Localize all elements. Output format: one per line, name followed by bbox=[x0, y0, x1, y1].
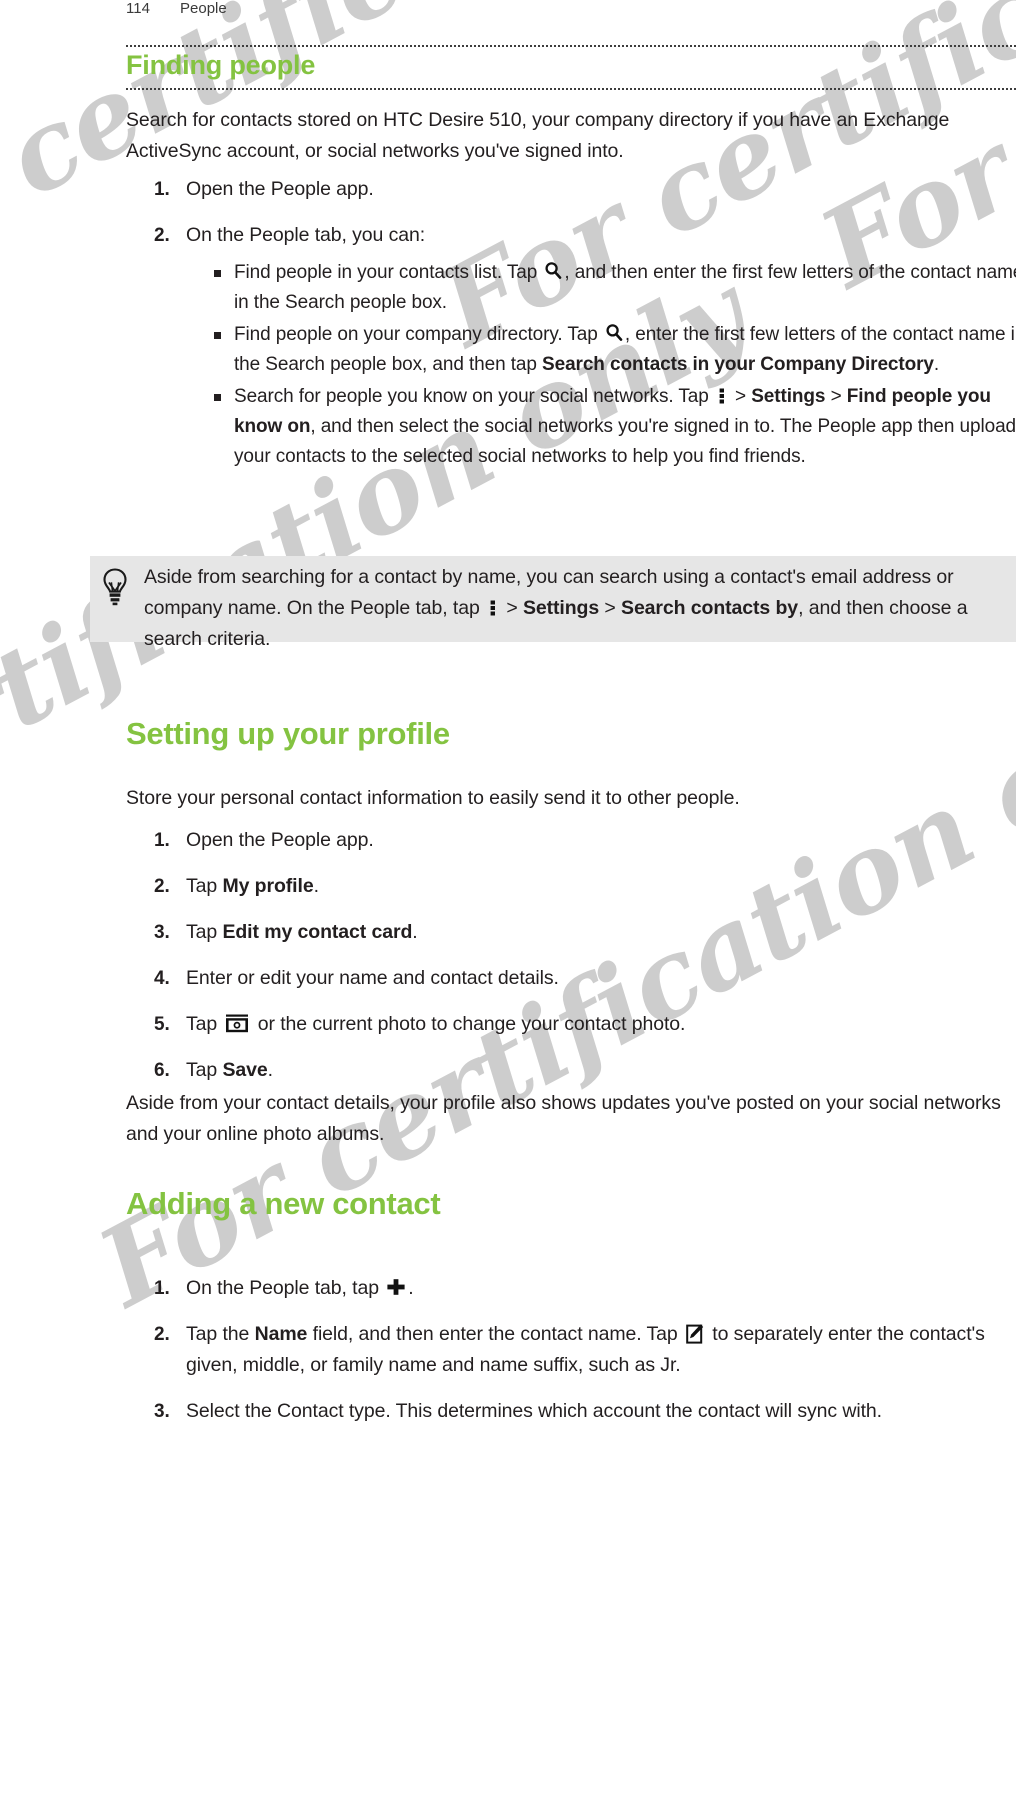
list-item: 1. On the People tab, tap . bbox=[126, 1273, 1016, 1304]
tip-text-mid2: > bbox=[599, 597, 622, 619]
step-text-pre: Tap bbox=[186, 875, 223, 897]
intro-paragraph: Search for contacts stored on HTC Desire… bbox=[126, 109, 950, 162]
plus-icon bbox=[386, 1277, 406, 1297]
pencil-edit-icon bbox=[686, 1323, 704, 1345]
step-number: 2. bbox=[154, 876, 170, 897]
step-text-mid: field, and then enter the contact name. … bbox=[307, 1323, 683, 1345]
list-item: 1. Open the People app. bbox=[126, 825, 1016, 856]
step-text-post: . bbox=[267, 1059, 273, 1081]
bullet-text-post: , and then select the social networks yo… bbox=[234, 416, 1016, 467]
step-text-bold: Save bbox=[222, 1059, 268, 1081]
bullet-text-bold: Search contacts in your Company Director… bbox=[542, 354, 934, 375]
step-number: 3. bbox=[154, 1401, 170, 1422]
step-number: 3. bbox=[154, 922, 170, 943]
finding-steps-list: 1. Open the People app. 2. On the People… bbox=[126, 174, 1016, 266]
profile-steps-list: 1. Open the People app. 2. Tap My profil… bbox=[126, 825, 1016, 1101]
profile-after-paragraph: Aside from your contact details, your pr… bbox=[126, 1092, 1001, 1145]
step-text-post: . bbox=[313, 875, 319, 897]
bullet-text-pre: Find people on your company directory. T… bbox=[234, 324, 603, 345]
step-text-pre: On the People tab, tap bbox=[186, 1277, 385, 1299]
tip-text-bold-search: Search contacts by bbox=[621, 597, 799, 619]
list-item: Search for people you know on your socia… bbox=[126, 382, 1016, 472]
step-text-pre: Tap the bbox=[186, 1323, 255, 1345]
step-text: Open the People app. bbox=[186, 178, 374, 200]
section-heading-profile: Setting up your profile bbox=[126, 716, 450, 751]
chapter-name: People bbox=[180, 0, 227, 17]
step-text-post: or the current photo to change your cont… bbox=[252, 1013, 686, 1035]
bullet-text-bold-settings: Settings bbox=[751, 386, 826, 407]
bullet-text-mid: > bbox=[729, 386, 752, 407]
bullet-text-pre: Find people in your contacts list. Tap bbox=[234, 262, 543, 283]
list-item: Find people in your contacts list. Tap ,… bbox=[126, 258, 1016, 318]
step-text: Enter or edit your name and contact deta… bbox=[186, 967, 559, 989]
tip-text-bold-settings: Settings bbox=[522, 597, 600, 619]
lightbulb-icon bbox=[98, 566, 132, 610]
camera-icon bbox=[225, 1014, 249, 1034]
tip-text-mid: > bbox=[501, 597, 523, 619]
step-number: 6. bbox=[154, 1060, 170, 1081]
step-number: 2. bbox=[154, 225, 170, 246]
chapter-title: Finding people bbox=[126, 50, 316, 80]
step-text-bold: My profile bbox=[222, 875, 314, 897]
list-item: 2. Tap My profile. bbox=[126, 871, 1016, 902]
section-heading-adding: Adding a new contact bbox=[126, 1186, 441, 1221]
step-number: 1. bbox=[154, 1278, 170, 1299]
tip-callout-box: Aside from searching for a contact by na… bbox=[90, 556, 1016, 650]
list-item: 3. Select the Contact type. This determi… bbox=[126, 1396, 1016, 1427]
list-item: 2. On the People tab, you can: bbox=[126, 220, 1016, 251]
step-text-bold: Name bbox=[254, 1323, 308, 1345]
square-bullet-icon bbox=[214, 394, 221, 401]
list-item: 5. Tap or the current photo to change yo… bbox=[126, 1009, 1016, 1040]
step-number: 4. bbox=[154, 968, 170, 989]
list-item: 6. Tap Save. bbox=[126, 1055, 1016, 1086]
finding-bullets-list: Find people in your contacts list. Tap ,… bbox=[126, 258, 1016, 474]
step-text-bold: Edit my contact card bbox=[222, 921, 413, 943]
step-number: 1. bbox=[154, 830, 170, 851]
step-number: 5. bbox=[154, 1014, 170, 1035]
step-text: Open the People app. bbox=[186, 829, 374, 851]
step-text-pre: Tap bbox=[186, 1059, 223, 1081]
step-text: Select the Contact type. This determines… bbox=[186, 1400, 882, 1422]
bullet-text-mid2: > bbox=[825, 386, 847, 407]
list-item: Find people on your company directory. T… bbox=[126, 320, 1016, 380]
search-icon bbox=[544, 261, 562, 281]
kebab-menu-icon bbox=[489, 598, 497, 618]
tip-text: Aside from searching for a contact by na… bbox=[144, 562, 1016, 655]
step-number: 2. bbox=[154, 1324, 170, 1345]
running-header: 114 People bbox=[126, 0, 227, 17]
page-number: 114 bbox=[126, 0, 150, 17]
kebab-menu-icon bbox=[718, 386, 726, 406]
list-item: 1. Open the People app. bbox=[126, 174, 1016, 205]
bullet-text-pre: Search for people you know on your socia… bbox=[234, 386, 714, 407]
step-text-pre: Tap bbox=[186, 921, 223, 943]
document-page: 114 People Finding people Search for cont… bbox=[0, 0, 1016, 1424]
step-number: 1. bbox=[154, 179, 170, 200]
header-rule-top bbox=[126, 45, 1016, 47]
list-item: 4. Enter or edit your name and contact d… bbox=[126, 963, 1016, 994]
step-text: On the People tab, you can: bbox=[186, 224, 426, 246]
square-bullet-icon bbox=[214, 332, 221, 339]
profile-intro-paragraph: Store your personal contact information … bbox=[126, 787, 740, 809]
adding-steps-list: 1. On the People tab, tap . 2. Tap the N… bbox=[126, 1273, 1016, 1442]
step-text-post: . bbox=[408, 1277, 414, 1299]
square-bullet-icon bbox=[214, 270, 221, 277]
step-text-post: . bbox=[412, 921, 418, 943]
list-item: 3. Tap Edit my contact card. bbox=[126, 917, 1016, 948]
step-text-pre: Tap bbox=[186, 1013, 223, 1035]
list-item: 2. Tap the Name field, and then enter th… bbox=[126, 1319, 1016, 1381]
header-rule-bottom bbox=[126, 88, 1016, 90]
bullet-text-post: . bbox=[933, 354, 940, 375]
search-icon bbox=[605, 323, 623, 343]
